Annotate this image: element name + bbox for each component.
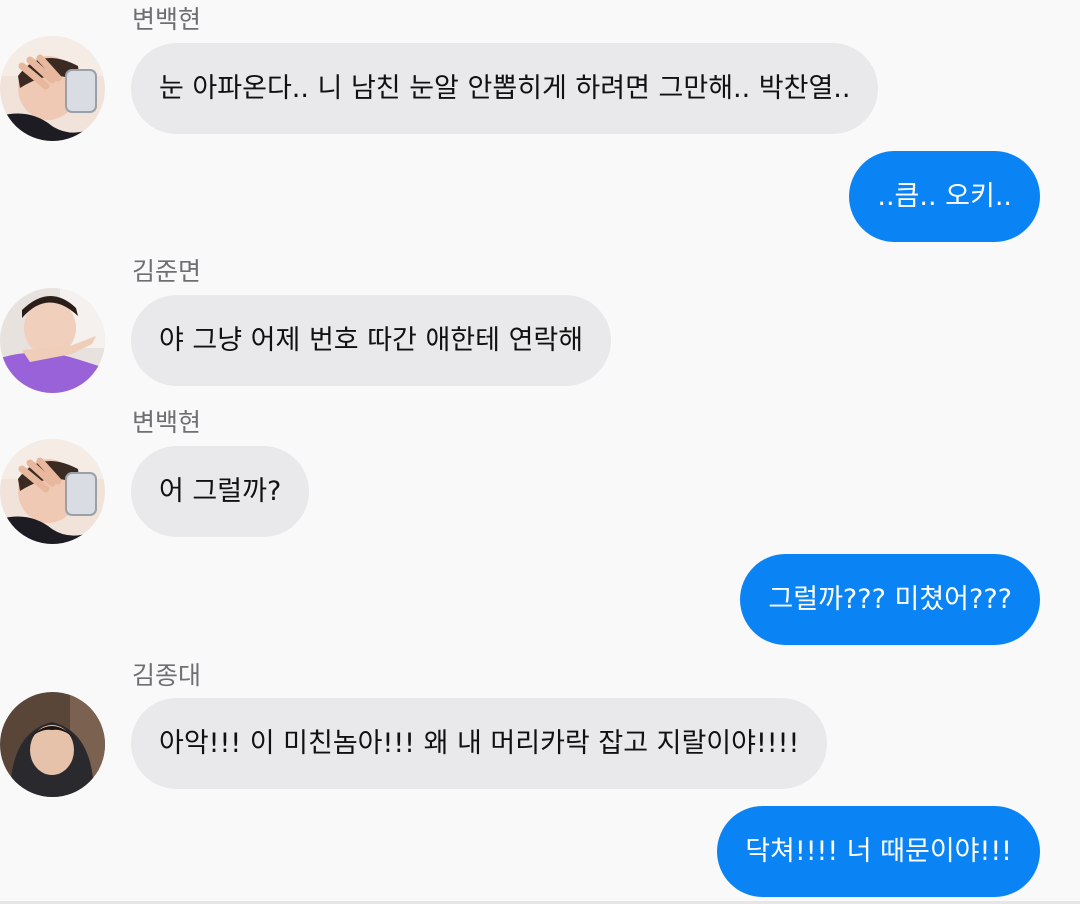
avatar-baekhyun[interactable] [0, 36, 105, 141]
message-bubble-outgoing[interactable]: 그럴까??? 미쳤어??? [740, 554, 1040, 645]
avatar-baekhyun[interactable] [0, 439, 105, 544]
message-bubble-incoming[interactable]: 야 그냥 어제 번호 따간 애한테 연락해 [131, 295, 612, 386]
message-bubble-outgoing[interactable]: 닥쳐!!!! 너 때문이야!!! [717, 806, 1040, 897]
sender-name: 김종대 [132, 661, 202, 690]
avatar-jongdae[interactable] [0, 692, 105, 797]
message-bubble-incoming[interactable]: 눈 아파온다.. 니 남친 눈알 안뽑히게 하려면 그만해.. 박찬열.. [131, 43, 879, 134]
sender-name: 김준면 [132, 257, 202, 286]
sender-name: 변백현 [132, 5, 202, 34]
message-bubble-outgoing[interactable]: ..큼.. 오키.. [849, 151, 1040, 242]
message-bubble-incoming[interactable]: 아악!!! 이 미친놈아!!! 왜 내 머리카락 잡고 지랄이야!!!! [131, 698, 828, 789]
sender-name: 변백현 [132, 408, 202, 437]
avatar-junmyeon[interactable] [0, 288, 105, 393]
message-bubble-incoming[interactable]: 어 그럴까? [131, 446, 310, 537]
